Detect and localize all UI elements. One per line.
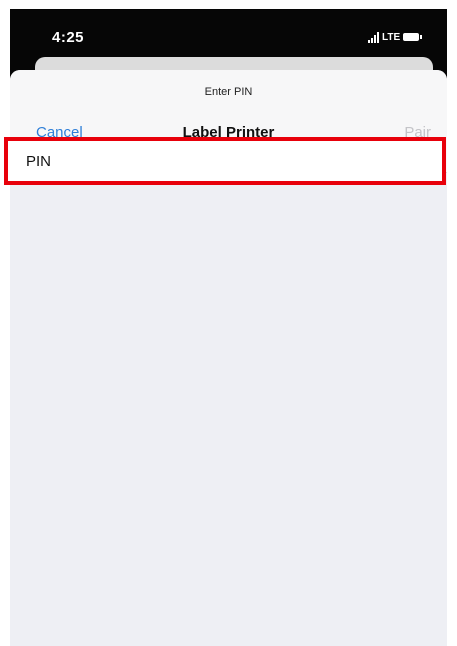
signal-bars-icon: [368, 31, 379, 43]
status-icons: LTE: [368, 30, 423, 44]
phone-screen: 4:25 LTE Enter PIN Cancel Label Printer …: [10, 9, 447, 646]
pin-field-label: PIN: [26, 153, 52, 170]
battery-icon: [403, 33, 423, 41]
status-time: 4:25: [52, 29, 85, 46]
network-type-label: LTE: [382, 31, 401, 43]
pin-input-field[interactable]: PIN: [4, 137, 446, 185]
sheet-prompt: Enter PIN: [204, 86, 253, 98]
